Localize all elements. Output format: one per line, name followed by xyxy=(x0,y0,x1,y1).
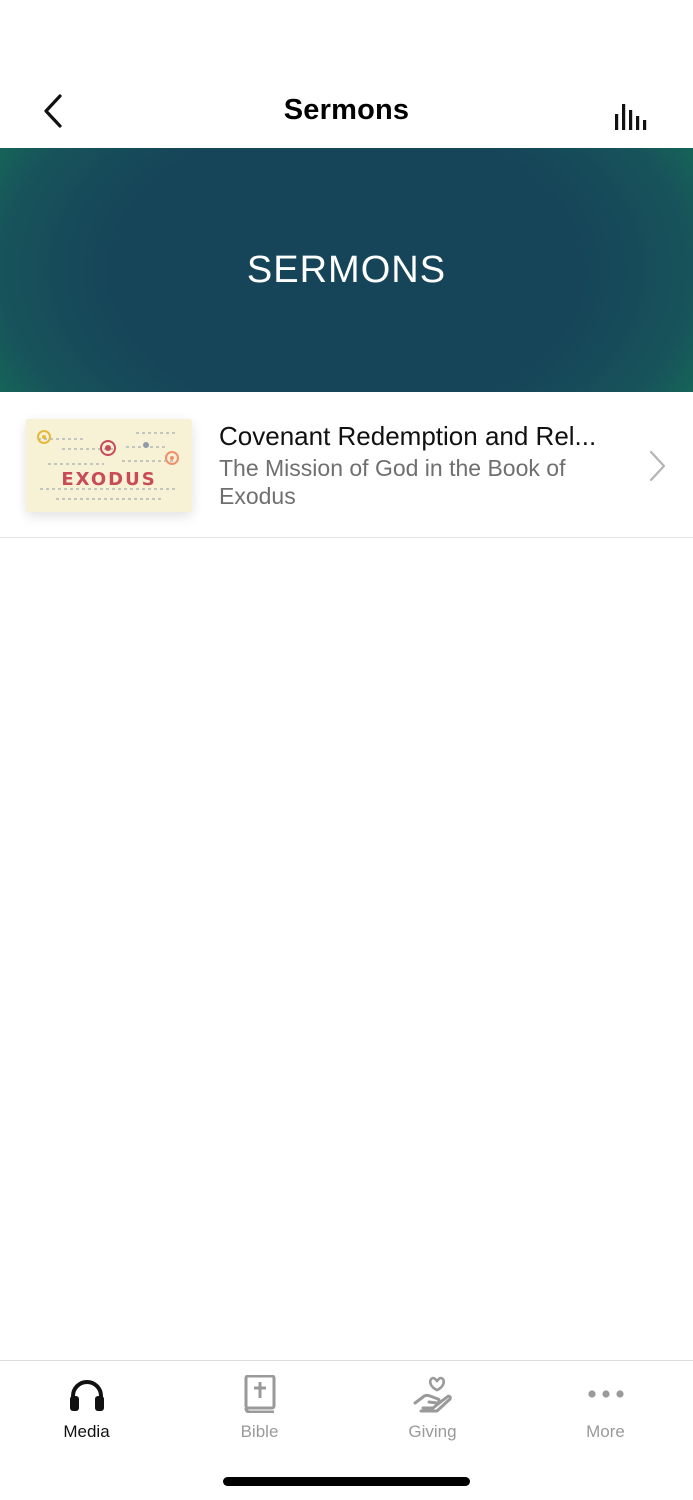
sermon-title: Covenant Redemption and Rel... xyxy=(219,421,597,451)
banner-title: SERMONS xyxy=(246,248,447,291)
home-indicator xyxy=(223,1477,470,1486)
headphones-icon xyxy=(67,1374,107,1414)
exodus-artwork xyxy=(37,430,179,500)
more-dots-icon xyxy=(586,1374,626,1414)
tab-more[interactable]: More xyxy=(519,1361,692,1461)
tab-bible-label: Bible xyxy=(240,1422,279,1441)
bible-icon xyxy=(240,1374,280,1414)
tab-media-label: Media xyxy=(63,1422,110,1441)
tab-media[interactable]: Media xyxy=(0,1361,173,1461)
sermon-thumbnail: EXODUS xyxy=(26,419,192,512)
thumbnail-title: EXODUS xyxy=(61,469,157,490)
sermon-series-item[interactable]: EXODUS Covenant Redemption and Rel... Th… xyxy=(0,392,693,538)
audio-bars-icon xyxy=(615,104,647,130)
chevron-right-icon xyxy=(649,450,666,482)
now-playing-button[interactable] xyxy=(609,92,657,132)
sermon-subtitle: The Mission of God in the Book of Exodus xyxy=(219,455,566,509)
page-title: Sermons xyxy=(283,94,410,126)
tab-giving-label: Giving xyxy=(408,1422,457,1441)
tab-more-label: More xyxy=(586,1422,625,1441)
navigation-bar: Sermons xyxy=(0,70,693,148)
tab-bible[interactable]: Bible xyxy=(173,1361,346,1461)
heart-hand-icon xyxy=(413,1374,453,1414)
status-bar xyxy=(0,0,693,70)
sermons-banner: SERMONS xyxy=(0,148,693,392)
tab-giving[interactable]: Giving xyxy=(346,1361,519,1461)
